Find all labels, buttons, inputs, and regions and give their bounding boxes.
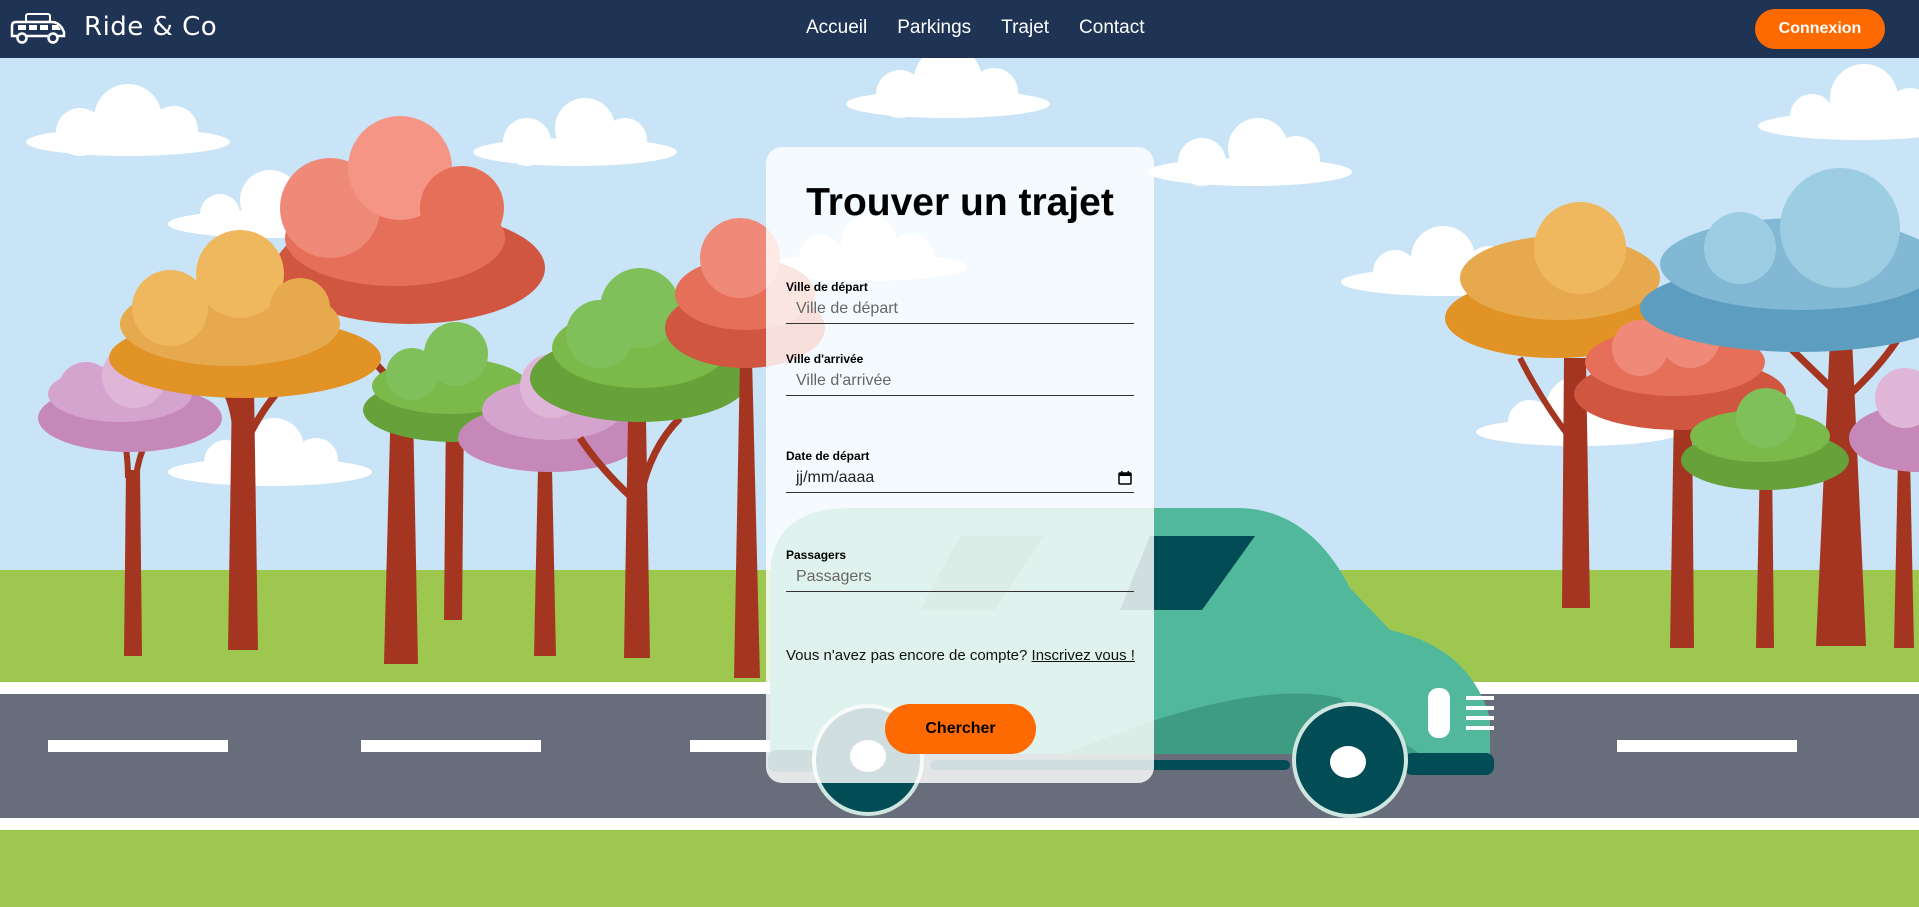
van-logo-icon[interactable]	[8, 8, 68, 48]
nav-link-accueil[interactable]: Accueil	[806, 17, 867, 39]
nav-link-parkings[interactable]: Parkings	[897, 17, 971, 39]
signup-prompt: Vous n'avez pas encore de compte? Inscri…	[786, 647, 1135, 664]
departure-field-group: Ville de départ	[786, 280, 1134, 324]
search-form-card: Trouver un trajet Ville de départ Ville …	[766, 147, 1154, 783]
passengers-input[interactable]	[786, 562, 1134, 592]
form-title: Trouver un trajet	[806, 181, 1114, 224]
navbar: Ride & Co Accueil Parkings Trajet Contac…	[0, 0, 1919, 58]
nav-link-contact[interactable]: Contact	[1079, 17, 1144, 39]
arrival-field-group: Ville d'arrivée	[786, 352, 1134, 396]
date-placeholder: jj/mm/aaaa	[796, 468, 875, 486]
calendar-icon[interactable]	[1118, 470, 1132, 485]
signup-text: Vous n'avez pas encore de compte?	[786, 647, 1032, 664]
brand-name[interactable]: Ride & Co	[84, 12, 217, 42]
hero-illustration: Trouver un trajet Ville de départ Ville …	[0, 46, 1919, 907]
departure-label: Ville de départ	[786, 280, 868, 294]
signup-link[interactable]: Inscrivez vous !	[1032, 647, 1135, 664]
search-button[interactable]: Chercher	[885, 704, 1036, 754]
main-nav: Accueil Parkings Trajet Contact	[806, 17, 1145, 39]
date-label: Date de départ	[786, 449, 870, 463]
passengers-field-group: Passagers	[786, 548, 1134, 592]
date-input[interactable]: jj/mm/aaaa	[786, 463, 1134, 493]
passengers-label: Passagers	[786, 548, 847, 562]
nav-link-trajet[interactable]: Trajet	[1001, 17, 1049, 39]
date-field-group: Date de départ jj/mm/aaaa	[786, 449, 1134, 493]
arrival-label: Ville d'arrivée	[786, 352, 864, 366]
departure-input[interactable]	[786, 294, 1134, 324]
arrival-input[interactable]	[786, 366, 1134, 396]
login-button[interactable]: Connexion	[1755, 9, 1885, 49]
